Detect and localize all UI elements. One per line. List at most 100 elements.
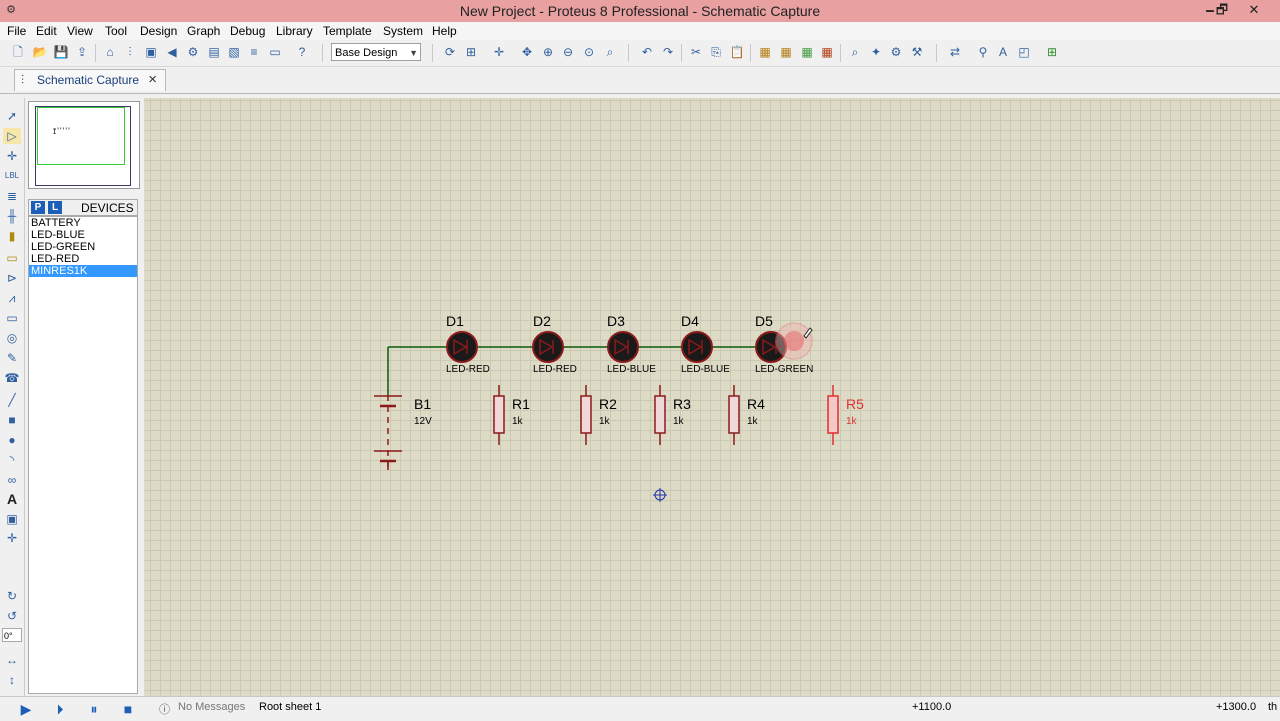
- help-icon[interactable]: ?: [293, 43, 311, 61]
- zoom-area-icon[interactable]: ⌕: [601, 43, 619, 61]
- packaging-tool-icon[interactable]: ⚙: [887, 43, 905, 61]
- overview-view-rect[interactable]: [37, 107, 125, 165]
- device-pins-icon[interactable]: ⊳: [3, 270, 21, 286]
- wire-label-icon[interactable]: LBL: [3, 168, 21, 184]
- design-variant-select[interactable]: Base Design ▼: [331, 43, 421, 61]
- schematic-icon[interactable]: ⫶: [121, 43, 139, 61]
- rotate-clockwise-icon[interactable]: ↻: [3, 588, 21, 604]
- import-icon[interactable]: ⇪: [73, 43, 91, 61]
- list-item[interactable]: LED-GREEN: [29, 241, 137, 253]
- block-delete-icon[interactable]: ▦: [818, 43, 836, 61]
- save-icon[interactable]: 💾: [52, 43, 70, 61]
- junction-dot-icon[interactable]: ✛: [3, 148, 21, 164]
- search-tag-icon[interactable]: ⚲: [974, 43, 992, 61]
- selection-mode-icon[interactable]: ➚: [3, 108, 21, 124]
- resistor-r5-ghost[interactable]: [827, 385, 839, 445]
- home-icon[interactable]: ⌂: [101, 43, 119, 61]
- pick-device-icon[interactable]: ⌕: [846, 43, 864, 61]
- led-d4[interactable]: [681, 331, 713, 363]
- new-file-icon[interactable]: 🗋: [9, 43, 27, 61]
- close-icon[interactable]: ×: [148, 71, 157, 88]
- menu-graph[interactable]: Graph: [187, 24, 220, 38]
- text-tool-icon[interactable]: A: [3, 491, 21, 507]
- property-assign-icon[interactable]: A: [994, 43, 1012, 61]
- origin-icon[interactable]: ✛: [490, 43, 508, 61]
- zoom-in-icon[interactable]: ⊕: [539, 43, 557, 61]
- symbol-tool-icon[interactable]: ▣: [3, 511, 21, 527]
- led-d1[interactable]: [446, 331, 478, 363]
- rotate-anticlockwise-icon[interactable]: ↺: [3, 608, 21, 624]
- gerber-icon[interactable]: ⚙: [184, 43, 202, 61]
- list-item[interactable]: BATTERY: [29, 217, 137, 229]
- menu-system[interactable]: System: [383, 24, 423, 38]
- paste-icon[interactable]: 📋: [728, 43, 746, 61]
- bom-icon[interactable]: ▤: [205, 43, 223, 61]
- add-sheet-icon[interactable]: ⊞: [1043, 43, 1061, 61]
- menu-help[interactable]: Help: [432, 24, 457, 38]
- component-mode-icon[interactable]: ▷: [3, 128, 21, 144]
- overview-window[interactable]: ɪ̄''''': [28, 101, 140, 189]
- graph-mode-icon[interactable]: ⩘: [3, 290, 21, 306]
- subcircuit-icon[interactable]: ▮: [3, 228, 21, 244]
- virtual-instruments-icon[interactable]: ☎: [3, 370, 21, 386]
- make-device-icon[interactable]: ✦: [867, 43, 885, 61]
- menu-design[interactable]: Design: [140, 24, 177, 38]
- schematic-canvas[interactable]: B1 12V D1 LED-RED D2 LED-RED D3 LED-BLUE: [144, 98, 1280, 696]
- marker-tool-icon[interactable]: ✛: [3, 530, 21, 546]
- pick-devices-button[interactable]: P: [31, 201, 45, 214]
- buses-icon[interactable]: ╫: [3, 208, 21, 224]
- mirror-horizontal-icon[interactable]: ↔: [3, 652, 21, 668]
- copy-icon[interactable]: ⎘: [707, 43, 725, 61]
- voltage-probe-icon[interactable]: ✎: [3, 350, 21, 366]
- 3d-view-icon[interactable]: ◀: [163, 43, 181, 61]
- menu-template[interactable]: Template: [323, 24, 372, 38]
- list-item[interactable]: LED-BLUE: [29, 229, 137, 241]
- block-move-icon[interactable]: ▦: [777, 43, 795, 61]
- step-simulation-icon[interactable]: ⏵: [51, 700, 69, 718]
- menu-debug[interactable]: Debug: [230, 24, 265, 38]
- text-script-icon[interactable]: ≣: [3, 188, 21, 204]
- menu-edit[interactable]: Edit: [36, 24, 57, 38]
- mirror-vertical-icon[interactable]: ↕: [3, 672, 21, 688]
- zoom-all-icon[interactable]: ⊙: [580, 43, 598, 61]
- zoom-out-icon[interactable]: ⊖: [559, 43, 577, 61]
- resistor-r1[interactable]: [493, 385, 505, 445]
- pause-simulation-icon[interactable]: ⏸: [85, 700, 103, 718]
- source-code-icon[interactable]: ≡: [245, 43, 263, 61]
- menu-tool[interactable]: Tool: [105, 24, 127, 38]
- menu-view[interactable]: View: [67, 24, 93, 38]
- box-tool-icon[interactable]: ■: [3, 412, 21, 428]
- cut-icon[interactable]: ✂: [687, 43, 705, 61]
- arc-tool-icon[interactable]: ◝: [3, 452, 21, 468]
- open-folder-icon[interactable]: 📂: [31, 43, 49, 61]
- block-rotate-icon[interactable]: ▦: [798, 43, 816, 61]
- wire-autorouter-icon[interactable]: ⇄: [946, 43, 964, 61]
- resistor-r2[interactable]: [580, 385, 592, 445]
- line-tool-icon[interactable]: ╱: [3, 392, 21, 408]
- battery-b1[interactable]: [374, 395, 402, 470]
- messages-status[interactable]: No Messages: [178, 701, 245, 713]
- list-item-selected[interactable]: MINRES1K: [29, 265, 137, 277]
- resistor-r3[interactable]: [654, 385, 666, 445]
- undo-icon[interactable]: ↶: [638, 43, 656, 61]
- refresh-icon[interactable]: ⟳: [441, 43, 459, 61]
- vsm-studio-icon[interactable]: ▭: [266, 43, 284, 61]
- grid-toggle-icon[interactable]: ⊞: [462, 43, 480, 61]
- new-sheet-icon[interactable]: ◰: [1015, 43, 1033, 61]
- close-button[interactable]: ✕: [1240, 0, 1268, 20]
- circle-tool-icon[interactable]: ●: [3, 432, 21, 448]
- library-manager-button[interactable]: L: [48, 201, 62, 214]
- stop-simulation-icon[interactable]: ■: [119, 700, 137, 718]
- led-d2[interactable]: [532, 331, 564, 363]
- menu-library[interactable]: Library: [276, 24, 313, 38]
- pan-icon[interactable]: ✥: [518, 43, 536, 61]
- restore-button[interactable]: 🗗: [1208, 0, 1236, 20]
- led-d3[interactable]: [607, 331, 639, 363]
- pcb-icon[interactable]: ▣: [142, 43, 160, 61]
- terminals-icon[interactable]: ▭: [3, 250, 21, 266]
- tape-recorder-icon[interactable]: ▭: [3, 310, 21, 326]
- block-copy-icon[interactable]: ▦: [756, 43, 774, 61]
- decompose-icon[interactable]: ⚒: [908, 43, 926, 61]
- list-item[interactable]: LED-RED: [29, 253, 137, 265]
- resistor-r4[interactable]: [728, 385, 740, 445]
